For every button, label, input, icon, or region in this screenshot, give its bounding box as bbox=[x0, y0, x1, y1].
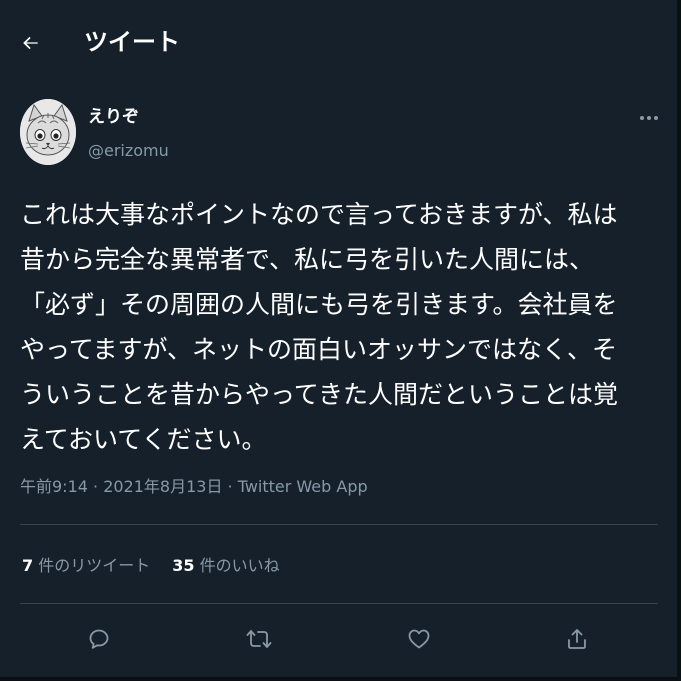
retweet-label: 件のリツイート bbox=[38, 556, 151, 575]
display-name[interactable]: えりぞ bbox=[88, 106, 139, 128]
tweet-text-line: 「必ず」その周囲の人間にも弓を引きます。会社員を bbox=[20, 290, 618, 319]
retweet-count: 7 bbox=[22, 556, 34, 575]
reply-button[interactable] bbox=[84, 624, 114, 654]
like-button[interactable] bbox=[404, 624, 434, 654]
tweet-timestamp[interactable]: 午前9:14 · 2021年8月13日 · Twitter Web App bbox=[20, 474, 368, 500]
tweet-text: これは大事なポイントなので言っておきますが、私は 昔から完全な異常者で、私に弓を… bbox=[20, 192, 670, 462]
back-button[interactable] bbox=[14, 26, 48, 60]
dot bbox=[654, 116, 658, 120]
divider bbox=[20, 524, 658, 525]
dot bbox=[640, 116, 644, 120]
tweet-text-line: えておいてください。 bbox=[20, 425, 267, 454]
divider bbox=[20, 603, 658, 604]
dot bbox=[647, 116, 651, 120]
arrow-left-icon bbox=[23, 36, 38, 50]
page-title: ツイート bbox=[84, 28, 180, 56]
tweet-page: ツイート えりぞ @erizomu これは大事なポイントなので言っておきますが、… bbox=[0, 0, 681, 681]
tweet-text-line: やってますが、ネットの面白いオッサンではなく、そ bbox=[20, 335, 618, 364]
reply-icon bbox=[89, 629, 109, 649]
action-bar bbox=[20, 614, 658, 664]
retweet-icon bbox=[246, 630, 272, 648]
tweet-text-line: 昔から完全な異常者で、私に弓を引いた人間には、 bbox=[20, 245, 595, 274]
like-label: 件のいいね bbox=[199, 556, 280, 575]
like-icon bbox=[408, 629, 430, 649]
like-stat[interactable]: 35 件のいいね bbox=[172, 553, 279, 579]
engagement-stats: 7 件のリツイート 35 件のいいね bbox=[22, 553, 280, 579]
like-count: 35 bbox=[172, 556, 195, 575]
tweet-text-line: ういうことを昔からやってきた人間だということは覚 bbox=[20, 380, 619, 409]
more-options-button[interactable] bbox=[634, 108, 664, 128]
user-handle[interactable]: @erizomu bbox=[88, 140, 169, 162]
avatar[interactable] bbox=[20, 99, 76, 165]
retweet-stat[interactable]: 7 件のリツイート bbox=[22, 553, 150, 579]
share-button[interactable] bbox=[562, 624, 592, 654]
retweet-button[interactable] bbox=[244, 624, 274, 654]
tweet-text-line: これは大事なポイントなので言っておきますが、私は bbox=[20, 200, 618, 229]
cat-drawing-avatar bbox=[20, 99, 76, 165]
top-bar: ツイート bbox=[0, 0, 677, 84]
share-icon bbox=[568, 629, 586, 649]
